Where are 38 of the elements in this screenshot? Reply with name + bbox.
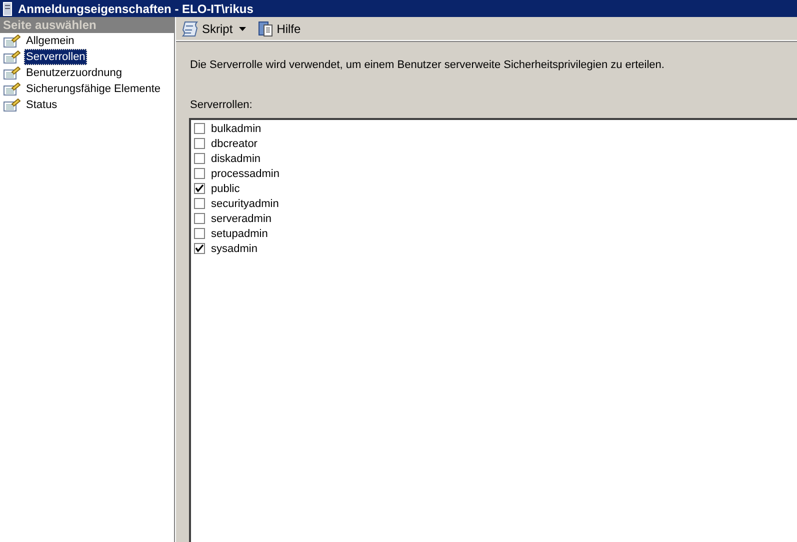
role-name: diskadmin: [211, 152, 261, 166]
window-icon: [3, 2, 12, 16]
sidebar-item[interactable]: Allgemein: [24, 33, 76, 49]
role-name: dbcreator: [211, 136, 258, 150]
sidebar-item[interactable]: Sicherungsfähige Elemente: [24, 81, 163, 97]
help-button[interactable]: Hilfe: [256, 20, 303, 36]
description-text: Die Serverrolle wird verwendet, um einem Benutzer serverweite Sicherheitsprivilegien zu erteilen.: [189, 58, 666, 73]
document-icon: [258, 20, 274, 36]
role-name: setupadmin: [211, 226, 268, 240]
sidebar-header: Seite auswählen: [0, 17, 174, 33]
scroll-icon: [181, 20, 199, 36]
checkbox[interactable]: [194, 183, 205, 194]
checkbox[interactable]: [194, 168, 205, 179]
checkbox[interactable]: [194, 198, 205, 209]
role-name: sysadmin: [211, 242, 258, 256]
checkbox[interactable]: [194, 228, 205, 239]
caret-icon[interactable]: [238, 26, 246, 30]
checkbox[interactable]: [194, 138, 205, 149]
role-name: public: [211, 182, 240, 196]
checkbox[interactable]: [194, 243, 205, 254]
window-title: Anmeldungseigenschaften - ELO-IT\rikus: [18, 2, 254, 16]
roles-label: Serverrollen:: [189, 98, 254, 113]
script-button[interactable]: Skript: [179, 20, 235, 36]
role-name: processadmin: [211, 166, 280, 180]
checkbox[interactable]: [194, 123, 205, 134]
page-icon: [3, 82, 21, 96]
checkbox[interactable]: [194, 213, 205, 224]
role-name: serveradmin: [211, 212, 272, 226]
sidebar-item[interactable]: Benutzerzuordnung: [24, 65, 124, 81]
sidebar-item[interactable]: Status: [24, 97, 60, 113]
checkbox[interactable]: [194, 153, 205, 164]
page-icon: [3, 66, 21, 80]
sidebar-item[interactable]: Serverrollen: [24, 49, 88, 65]
page-icon: [3, 50, 21, 64]
page-icon: [3, 98, 21, 112]
page-icon: [3, 34, 21, 48]
role-name: securityadmin: [211, 196, 279, 210]
role-name: bulkadmin: [211, 122, 262, 136]
